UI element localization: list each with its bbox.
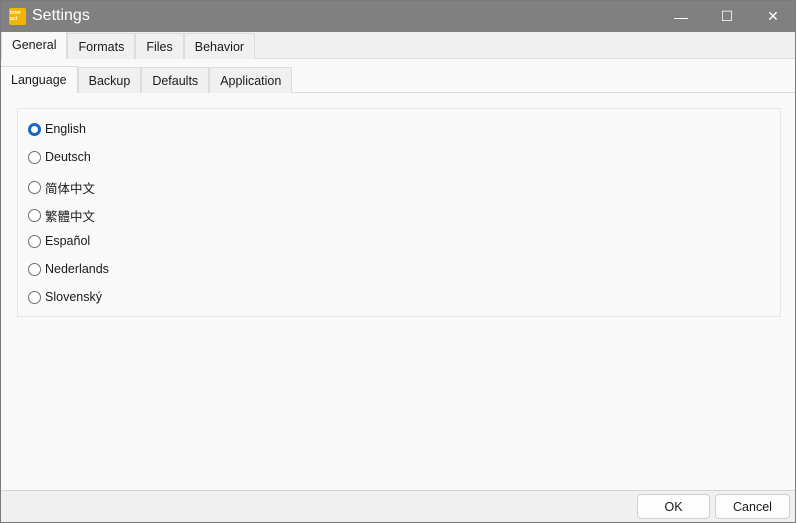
tab-application[interactable]: Application <box>209 67 293 93</box>
radio-icon <box>28 150 41 164</box>
tab-behavior[interactable]: Behavior <box>183 33 256 59</box>
tab-language[interactable]: Language <box>1 66 78 93</box>
language-panel: English Deutsch 简体中文 繁體中文 Español Nederl… <box>17 108 781 317</box>
title-bar: inter act Settings — ☐ ✕ <box>1 1 795 32</box>
radio-label: English <box>45 122 86 136</box>
close-button[interactable]: ✕ <box>750 1 796 32</box>
radio-label: Slovenský <box>45 290 102 304</box>
tab-defaults[interactable]: Defaults <box>141 67 210 93</box>
radio-label: Español <box>45 234 91 248</box>
radio-label: Nederlands <box>45 262 109 276</box>
ok-button[interactable]: OK <box>637 494 710 519</box>
tab-backup[interactable]: Backup <box>77 67 142 93</box>
window-title: Settings <box>32 7 90 24</box>
radio-english[interactable]: English <box>28 122 86 136</box>
radio-selected-icon <box>28 122 41 136</box>
radio-label: 繁體中文 <box>45 210 96 224</box>
app-logo-icon: inter act <box>9 8 26 25</box>
sub-tabs: Language Backup Defaults Application <box>1 66 795 93</box>
radio-label: Deutsch <box>45 150 91 164</box>
radio-nederlands[interactable]: Nederlands <box>28 262 109 276</box>
dialog-footer: OK Cancel <box>1 490 795 522</box>
radio-deutsch[interactable]: Deutsch <box>28 150 91 164</box>
settings-window: inter act Settings — ☐ ✕ General Formats … <box>0 0 796 523</box>
radio-icon <box>28 290 41 304</box>
radio-slovensky[interactable]: Slovenský <box>28 290 102 304</box>
radio-icon <box>28 234 41 248</box>
radio-traditional-chinese[interactable]: 繁體中文 <box>28 206 95 225</box>
top-tabs: General Formats Files Behavior <box>1 32 795 59</box>
radio-simplified-chinese[interactable]: 简体中文 <box>28 178 95 197</box>
tab-files[interactable]: Files <box>135 33 184 59</box>
radio-icon <box>28 209 41 222</box>
radio-espanol[interactable]: Español <box>28 234 90 248</box>
minimize-button[interactable]: — <box>658 1 704 32</box>
tab-formats[interactable]: Formats <box>67 33 136 59</box>
tab-general[interactable]: General <box>1 32 68 59</box>
radio-label: 简体中文 <box>45 182 96 196</box>
cancel-button[interactable]: Cancel <box>715 494 790 519</box>
maximize-button[interactable]: ☐ <box>704 1 750 32</box>
radio-icon <box>28 262 41 276</box>
radio-icon <box>28 181 41 194</box>
